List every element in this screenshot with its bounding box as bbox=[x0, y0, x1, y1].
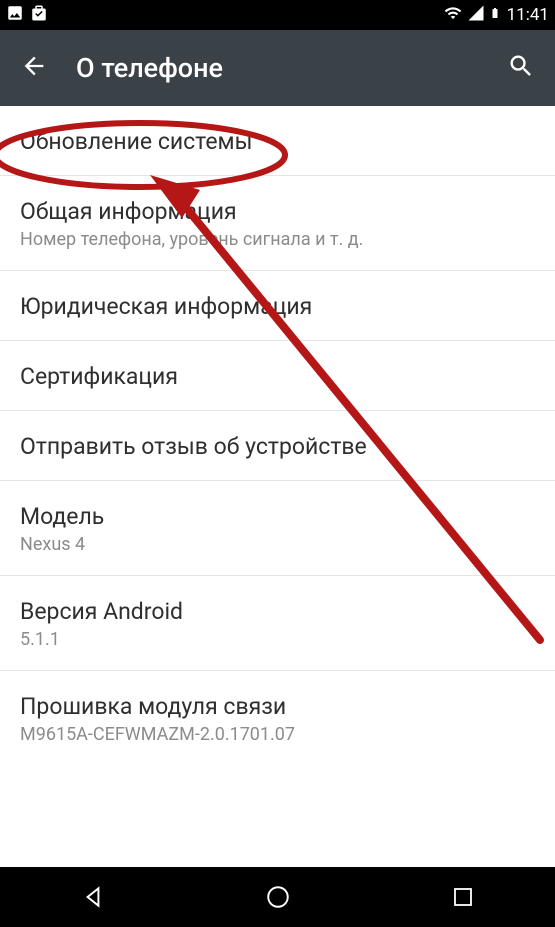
status-left bbox=[6, 4, 48, 26]
item-title: Модель bbox=[20, 503, 535, 530]
image-icon bbox=[6, 4, 24, 26]
item-title: Обновление системы bbox=[20, 128, 535, 155]
android-version-item[interactable]: Версия Android 5.1.1 bbox=[0, 576, 555, 671]
model-item[interactable]: Модель Nexus 4 bbox=[0, 481, 555, 576]
nav-home-button[interactable] bbox=[248, 867, 308, 927]
baseband-item[interactable]: Прошивка модуля связи M9615A-CEFWMAZM-2.… bbox=[0, 671, 555, 765]
back-icon[interactable] bbox=[20, 52, 48, 84]
certification-item[interactable]: Сертификация bbox=[0, 341, 555, 411]
item-title: Прошивка модуля связи bbox=[20, 693, 535, 720]
status-time: 11:41 bbox=[507, 5, 549, 25]
item-subtitle: 5.1.1 bbox=[20, 629, 535, 650]
send-feedback-item[interactable]: Отправить отзыв об устройстве bbox=[0, 411, 555, 481]
navigation-bar bbox=[0, 867, 555, 927]
shop-check-icon bbox=[30, 4, 48, 26]
search-icon[interactable] bbox=[507, 52, 535, 84]
signal-icon bbox=[467, 4, 485, 26]
page-title: О телефоне bbox=[76, 52, 223, 84]
legal-info-item[interactable]: Юридическая информация bbox=[0, 271, 555, 341]
nav-recent-button[interactable] bbox=[433, 867, 493, 927]
status-bar: 11:41 bbox=[0, 0, 555, 30]
item-title: Отправить отзыв об устройстве bbox=[20, 433, 535, 460]
general-info-item[interactable]: Общая информация Номер телефона, уровень… bbox=[0, 176, 555, 271]
nav-back-button[interactable] bbox=[63, 867, 123, 927]
item-title: Версия Android bbox=[20, 598, 535, 625]
item-title: Юридическая информация bbox=[20, 293, 535, 320]
app-bar: О телефоне bbox=[0, 30, 555, 106]
item-subtitle: Nexus 4 bbox=[20, 534, 535, 555]
item-title: Сертификация bbox=[20, 363, 535, 390]
item-subtitle: Номер телефона, уровень сигнала и т. д. bbox=[20, 229, 535, 250]
settings-list: Обновление системы Общая информация Номе… bbox=[0, 106, 555, 765]
status-right: 11:41 bbox=[443, 4, 549, 26]
wifi-icon bbox=[443, 4, 463, 26]
item-title: Общая информация bbox=[20, 198, 535, 225]
system-update-item[interactable]: Обновление системы bbox=[0, 106, 555, 176]
item-subtitle: M9615A-CEFWMAZM-2.0.1701.07 bbox=[20, 724, 535, 745]
battery-icon bbox=[489, 4, 501, 26]
